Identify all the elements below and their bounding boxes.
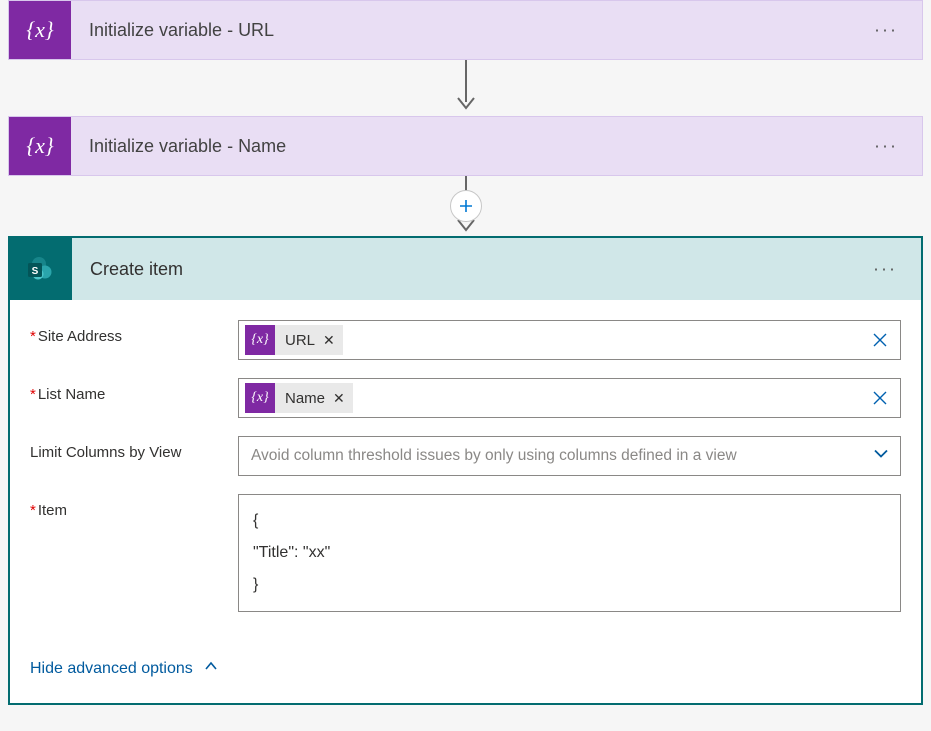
site-address-input[interactable]: {x} URL ✕ — [238, 320, 901, 360]
clear-button[interactable] — [868, 328, 892, 352]
list-name-input[interactable]: {x} Name ✕ — [238, 378, 901, 418]
add-step-button[interactable] — [450, 190, 482, 222]
token-label: URL — [285, 332, 315, 349]
token-url[interactable]: {x} URL ✕ — [245, 325, 343, 355]
sharepoint-icon: S — [10, 238, 72, 300]
close-icon — [871, 331, 889, 349]
step-title: Create item — [72, 259, 183, 280]
close-icon — [871, 389, 889, 407]
step-menu-button[interactable]: ··· — [874, 136, 898, 157]
step-header[interactable]: S Create item ··· — [10, 238, 921, 300]
step-title: Initialize variable - Name — [71, 136, 286, 157]
step-initialize-variable-url[interactable]: {x} Initialize variable - URL ··· — [8, 0, 923, 60]
item-line-2: "Title": "xx" — [253, 537, 886, 569]
step-create-item: S Create item ··· *Site Address {x} URL … — [8, 236, 923, 705]
step-title: Initialize variable - URL — [71, 20, 274, 41]
field-label-site-address: *Site Address — [30, 320, 238, 345]
step-menu-button[interactable]: ··· — [874, 20, 898, 41]
variable-icon: {x} — [9, 1, 71, 59]
connector-arrow — [8, 176, 923, 218]
step-initialize-variable-name[interactable]: {x} Initialize variable - Name ··· — [8, 116, 923, 176]
token-label: Name — [285, 390, 325, 407]
hide-advanced-options-link[interactable]: Hide advanced options — [30, 658, 219, 679]
svg-text:S: S — [32, 266, 39, 277]
token-remove-button[interactable]: ✕ — [333, 390, 345, 407]
variable-icon: {x} — [245, 383, 275, 413]
clear-button[interactable] — [868, 386, 892, 410]
variable-icon: {x} — [9, 117, 71, 175]
item-line-3: } — [253, 569, 886, 601]
chevron-down-icon[interactable] — [872, 445, 890, 468]
limit-columns-dropdown[interactable]: Avoid column threshold issues by only us… — [238, 436, 901, 476]
plus-icon — [458, 198, 474, 214]
field-label-item: *Item — [30, 494, 238, 519]
advanced-link-label: Hide advanced options — [30, 660, 193, 678]
connector-arrow — [8, 60, 923, 116]
chevron-up-icon — [203, 658, 219, 679]
token-name[interactable]: {x} Name ✕ — [245, 383, 353, 413]
token-remove-button[interactable]: ✕ — [323, 332, 335, 349]
step-menu-button[interactable]: ··· — [873, 259, 897, 280]
field-label-list-name: *List Name — [30, 378, 238, 403]
field-label-limit-columns: Limit Columns by View — [30, 436, 238, 461]
variable-icon: {x} — [245, 325, 275, 355]
placeholder-text: Avoid column threshold issues by only us… — [245, 447, 737, 465]
item-input[interactable]: { "Title": "xx" } — [238, 494, 901, 612]
item-line-1: { — [253, 505, 886, 537]
